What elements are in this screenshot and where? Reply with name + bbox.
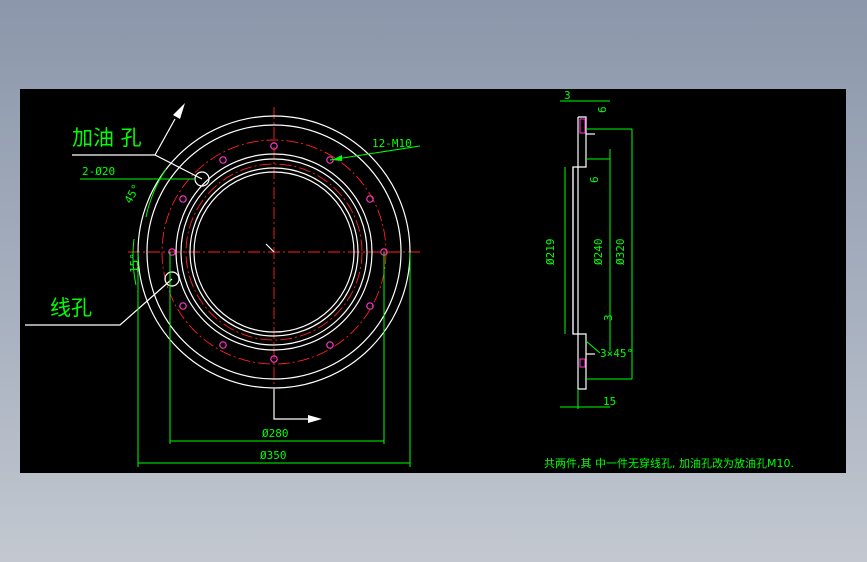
oil-hole-label: 加油 孔 <box>72 126 142 150</box>
dim-320: Ø320 <box>614 239 627 266</box>
bolt-leader-arrow-icon <box>332 155 342 161</box>
dim-15: 15 <box>603 395 616 408</box>
oil-hole-arrow-icon <box>173 103 185 119</box>
dim-240: Ø240 <box>592 239 605 266</box>
angle-label-45: 45° <box>122 182 143 206</box>
side-view: 3 6 6 Ø219 Ø240 Ø320 3 3×45° 15 <box>544 89 633 409</box>
dim-top-3: 3 <box>564 89 571 102</box>
chamfer-label: 3×45° <box>600 347 633 360</box>
bolt-hole <box>179 195 187 203</box>
dim-6a: 6 <box>596 106 609 113</box>
plate-pink-marker-bottom <box>579 358 586 368</box>
plate-pink-marker-top <box>579 118 586 134</box>
drawing-canvas: 加油 孔 线孔 2-Ø20 12-M10 45° 15° Ø280 Ø350 3… <box>20 89 846 473</box>
dim-3b: 3 <box>602 314 615 321</box>
chamfer-leader <box>585 340 601 354</box>
wire-hole-leader <box>25 278 173 326</box>
bolt-hole <box>326 341 334 349</box>
dim-6b: 6 <box>588 176 601 183</box>
section-arrow-icon <box>308 415 322 423</box>
wire-hole-label: 线孔 <box>50 296 92 320</box>
drawing-note: 共两件,其 中一件无穿线孔, 加油孔改为放油孔M10. <box>544 456 794 470</box>
two-holes-label: 2-Ø20 <box>82 165 115 178</box>
bolt-hole <box>179 302 187 310</box>
bolt-hole <box>219 341 227 349</box>
dim-350-label: Ø350 <box>260 449 287 462</box>
section-marker-line <box>273 389 310 420</box>
dim-219: Ø219 <box>544 239 557 266</box>
oil-hole-arrow-line <box>154 118 176 156</box>
center-mark <box>265 243 275 253</box>
front-view: 加油 孔 线孔 2-Ø20 12-M10 45° 15° Ø280 Ø350 <box>25 103 421 467</box>
angle-label-15: 15° <box>128 253 141 273</box>
cad-drawing: 加油 孔 线孔 2-Ø20 12-M10 45° 15° Ø280 Ø350 3… <box>25 89 794 470</box>
bolt-holes-label: 12-M10 <box>372 137 412 150</box>
angle-arc-45 <box>145 168 167 218</box>
plate-outline <box>572 116 587 390</box>
bolt-hole <box>219 156 227 164</box>
dim-280-label: Ø280 <box>262 427 289 440</box>
